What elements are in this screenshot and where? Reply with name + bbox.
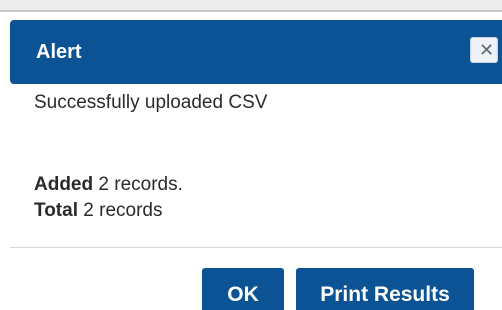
ok-button[interactable]: OK bbox=[202, 268, 284, 310]
dialog-header: Alert ✕ bbox=[10, 20, 502, 84]
footer-divider bbox=[10, 247, 502, 248]
page: Alert ✕ Successfully uploaded CSV Added … bbox=[0, 0, 502, 310]
close-button[interactable]: ✕ bbox=[470, 37, 498, 63]
total-label: Total bbox=[34, 200, 78, 221]
dialog-title: Alert bbox=[36, 41, 82, 63]
total-value: 2 records bbox=[83, 200, 163, 221]
print-results-button[interactable]: Print Results bbox=[296, 268, 474, 310]
added-records-line: Added 2 records. bbox=[34, 174, 183, 196]
close-icon: ✕ bbox=[479, 40, 495, 60]
added-label: Added bbox=[34, 174, 94, 195]
total-records-line: Total 2 records bbox=[34, 200, 162, 222]
upload-message: Successfully uploaded CSV bbox=[34, 92, 268, 113]
added-value: 2 records. bbox=[98, 174, 183, 195]
alert-dialog: Alert ✕ Successfully uploaded CSV Added … bbox=[10, 12, 502, 310]
